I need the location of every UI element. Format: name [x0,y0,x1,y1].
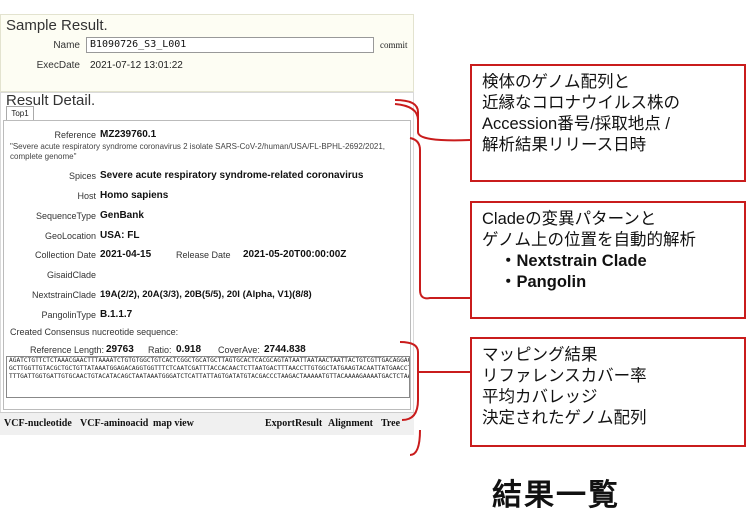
callout-line: 近縁なコロナウイルス株の [482,94,680,112]
bracket-2-bottom [409,429,421,456]
callout-line: ゲノム上の位置を自動的解析 [482,231,697,249]
callout-line: マッピング結果 [482,346,598,364]
callout-line: 検体のゲノム配列と [482,73,631,91]
bracket-2 [409,137,470,300]
callout-bullet-nextstrain: ・Nextstrain Clade [500,252,647,270]
bracket-1-top [394,103,419,128]
callout-clade-analysis: Cladeの変異パターンと ゲノム上の位置を自動的解析 ・Nextstrain … [470,201,746,319]
bracket-3 [399,341,419,421]
summary-title: 結果一覧 [492,479,620,512]
callout-line: リファレンスカバー率 [482,367,647,385]
callout-line: Cladeの変異パターンと [482,210,657,228]
callout-line: 解析結果リリース日時 [482,136,647,154]
callout-line: 決定されたゲノム配列 [482,409,647,427]
callout-sample-info: 検体のゲノム配列と 近縁なコロナウイルス株の Accession番号/採取地点 … [470,64,746,182]
callout-mapping-results: マッピング結果 リファレンスカバー率 平均カバレッジ 決定されたゲノム配列 [470,337,746,447]
callout-line: 平均カバレッジ [482,388,598,406]
callout-line: Accession番号/採取地点 / [482,115,670,133]
callout-bullet-pangolin: ・Pangolin [500,273,587,291]
